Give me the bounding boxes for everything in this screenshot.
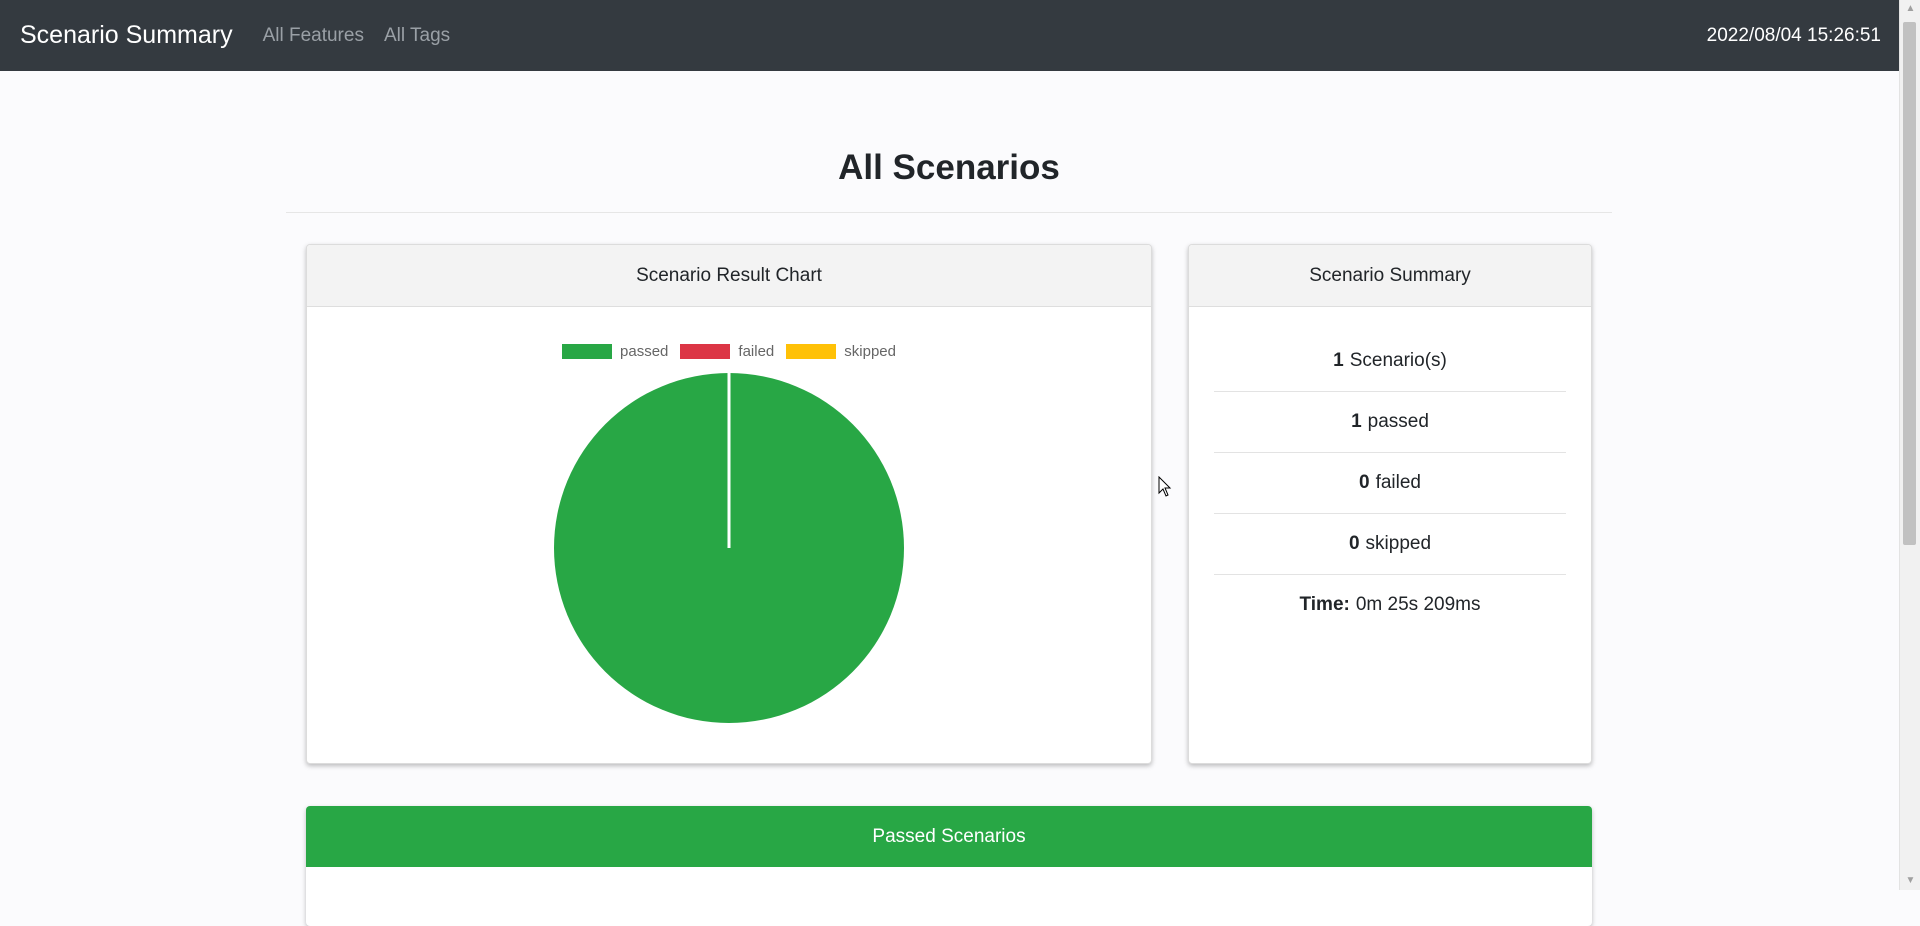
- scroll-down-arrow-icon[interactable]: ▼: [1900, 872, 1920, 890]
- summary-row-scenarios: 1 Scenario(s): [1214, 331, 1566, 392]
- scroll-up-arrow-icon[interactable]: ▲: [1900, 0, 1920, 18]
- vertical-scrollbar[interactable]: ▲ ▼: [1899, 0, 1920, 890]
- pie-chart: [554, 373, 904, 723]
- top-navbar: Scenario Summary All Features All Tags 2…: [0, 0, 1899, 71]
- summary-scenarios-count: 1: [1333, 350, 1344, 371]
- summary-row-failed: 0 failed: [1214, 453, 1566, 514]
- title-divider: [286, 212, 1612, 213]
- report-timestamp: 2022/08/04 15:26:51: [1706, 24, 1881, 46]
- summary-skipped-label: skipped: [1365, 533, 1432, 554]
- summary-time-label: Time:: [1299, 594, 1350, 615]
- passed-scenarios-card: Passed Scenarios: [306, 806, 1592, 926]
- summary-card-header: Scenario Summary: [1189, 245, 1591, 307]
- summary-row-passed: 1 passed: [1214, 392, 1566, 453]
- navbar-brand[interactable]: Scenario Summary: [20, 21, 233, 50]
- summary-list: 1 Scenario(s) 1 passed 0 failed 0 skippe…: [1189, 331, 1591, 635]
- summary-time-value: 0m 25s 209ms: [1355, 594, 1481, 615]
- summary-row-time: Time: 0m 25s 209ms: [1214, 575, 1566, 635]
- mouse-cursor-icon: [1158, 476, 1172, 497]
- page-title: All Scenarios: [838, 148, 1060, 187]
- summary-skipped-count: 0: [1348, 533, 1360, 554]
- summary-passed-label: passed: [1367, 411, 1429, 432]
- scroll-thumb[interactable]: [1903, 22, 1916, 545]
- summary-failed-count: 0: [1359, 472, 1370, 493]
- pie-slices: [554, 373, 904, 723]
- nav-link-all-tags[interactable]: All Tags: [384, 25, 450, 47]
- summary-row-skipped: 0 skipped: [1214, 514, 1566, 575]
- summary-scenarios-label: Scenario(s): [1349, 350, 1447, 371]
- scenario-summary-card: Scenario Summary 1 Scenario(s) 1 passed …: [1188, 244, 1592, 764]
- nav-link-all-features[interactable]: All Features: [263, 25, 364, 47]
- summary-failed-label: failed: [1375, 472, 1421, 493]
- passed-scenarios-header[interactable]: Passed Scenarios: [306, 806, 1592, 867]
- scenario-result-chart-card: Scenario Result Chart passed failed skip…: [306, 244, 1152, 764]
- summary-passed-count: 1: [1351, 411, 1362, 432]
